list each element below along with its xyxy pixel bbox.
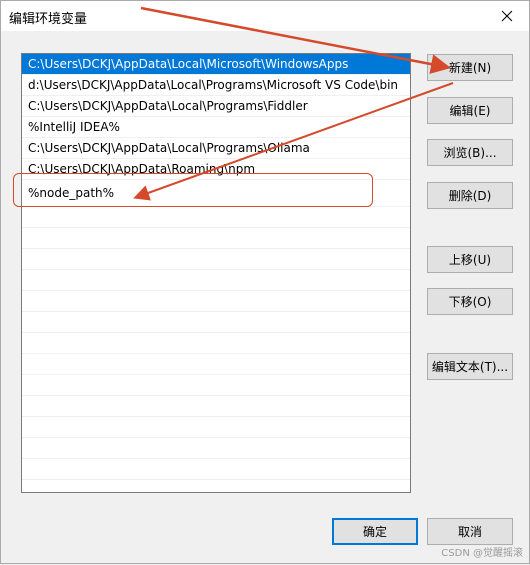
empty-list-row [22, 375, 410, 396]
browse-button[interactable]: 浏览(B)... [427, 139, 513, 166]
move-down-button[interactable]: 下移(O) [427, 288, 513, 315]
edit-env-dialog: 编辑环境变量 C:\Users\DCKJ\AppData\Local\Micro… [0, 0, 530, 564]
watermark: CSDN @觉醒摇滚 [441, 548, 523, 559]
empty-list-row [22, 228, 410, 249]
dialog-title: 编辑环境变量 [9, 12, 88, 27]
edit-text-button[interactable]: 编辑文本(T)... [427, 353, 513, 380]
list-item[interactable]: C:\Users\DCKJ\AppData\Roaming\npm [22, 159, 410, 180]
list-item[interactable]: d:\Users\DCKJ\AppData\Local\Programs\Mic… [22, 75, 410, 96]
empty-list-row [22, 270, 410, 291]
list-item[interactable]: %IntelliJ IDEA% [22, 117, 410, 138]
empty-list-row [22, 438, 410, 459]
empty-list-row [22, 459, 410, 480]
title-bar: 编辑环境变量 [1, 1, 529, 31]
list-item[interactable]: %node_path% [22, 180, 410, 207]
empty-list-row [22, 291, 410, 312]
empty-list-row [22, 480, 410, 492]
empty-list-row [22, 417, 410, 438]
edit-button[interactable]: 编辑(E) [427, 97, 513, 124]
empty-list-row [22, 249, 410, 270]
ok-button[interactable]: 确定 [332, 518, 418, 545]
empty-list-row [22, 207, 410, 228]
list-item[interactable]: C:\Users\DCKJ\AppData\Local\Programs\Oll… [22, 138, 410, 159]
cancel-button[interactable]: 取消 [427, 518, 513, 545]
empty-list-row [22, 333, 410, 354]
path-list[interactable]: C:\Users\DCKJ\AppData\Local\Microsoft\Wi… [21, 53, 411, 493]
new-button[interactable]: 新建(N) [427, 54, 513, 81]
empty-list-row [22, 354, 410, 375]
list-item[interactable]: C:\Users\DCKJ\AppData\Local\Microsoft\Wi… [22, 54, 410, 75]
list-item[interactable]: C:\Users\DCKJ\AppData\Local\Programs\Fid… [22, 96, 410, 117]
close-icon [501, 10, 513, 22]
close-button[interactable] [485, 1, 529, 31]
move-up-button[interactable]: 上移(U) [427, 246, 513, 273]
empty-list-row [22, 312, 410, 333]
empty-list-row [22, 396, 410, 417]
delete-button[interactable]: 删除(D) [427, 182, 513, 209]
